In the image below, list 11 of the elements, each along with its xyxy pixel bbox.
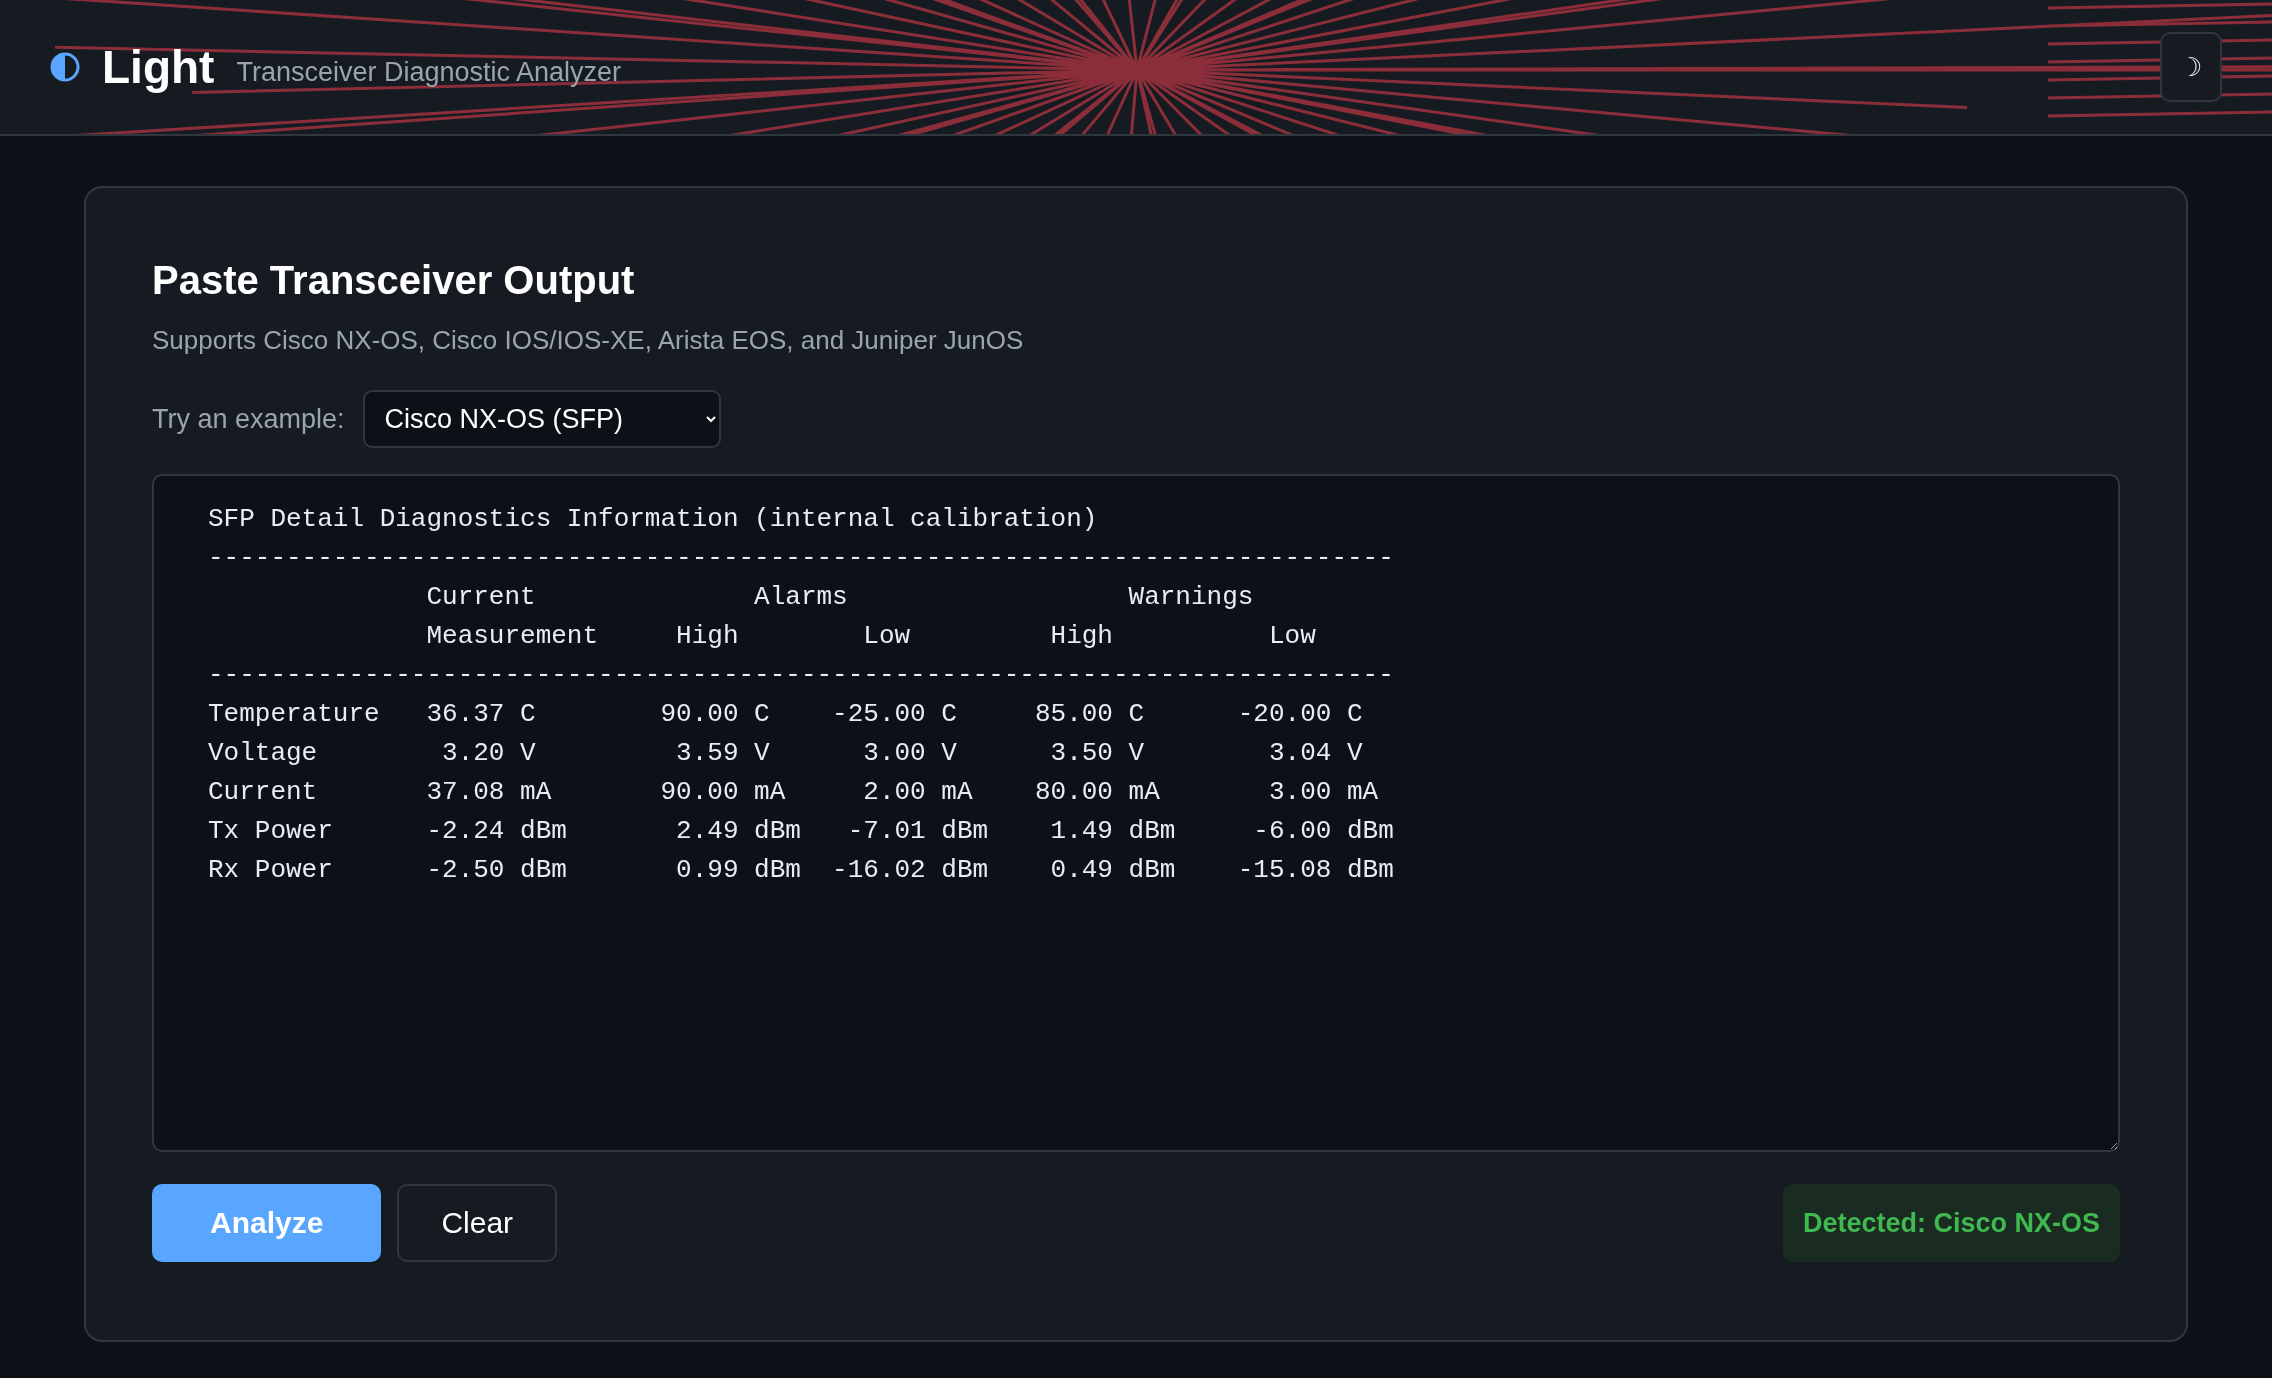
example-label: Try an example: <box>152 403 345 435</box>
contrast-icon <box>50 52 80 82</box>
example-select[interactable]: Cisco NX-OS (SFP) <box>362 390 721 448</box>
theme-toggle-button[interactable]: ☽ <box>2160 32 2222 102</box>
app-subtitle: Transceiver Diagnostic Analyzer <box>236 56 622 88</box>
card-description: Supports Cisco NX-OS, Cisco IOS/IOS-XE, Arista EOS, and Juniper JunOS <box>152 325 1025 356</box>
clear-button[interactable]: Clear <box>397 1184 558 1262</box>
detected-badge: Detected: Cisco NX-OS <box>1782 1184 2120 1262</box>
output-textarea[interactable]: SFP Detail Diagnostics Information (internal calibration) ---------------------------------------------------------------------------- Current Alarms Warnings Measurement High Low High Low ---------------------------------------------------------------------------- Temperature 36.37 C 90.00 C -25.00 C 85.00 C -20.00 C Voltage 3.20 V 3.59 V 3.00 V 3.50 V 3.04 V Current 37.08 mA 90.00 mA 2.00 mA 80.00 mA 3.00 mA Tx Power -2.24 dBm 2.49 dBm -7.01 dBm 1.49 dBm -6.00 dBm Rx Power -2.50 dBm 0.99 dBm -16.02 dBm 0.49 dBm -15.08 dBm <box>152 474 2120 1152</box>
app-title: Light <box>102 40 215 94</box>
card-title: Paste Transceiver Output <box>152 258 636 303</box>
